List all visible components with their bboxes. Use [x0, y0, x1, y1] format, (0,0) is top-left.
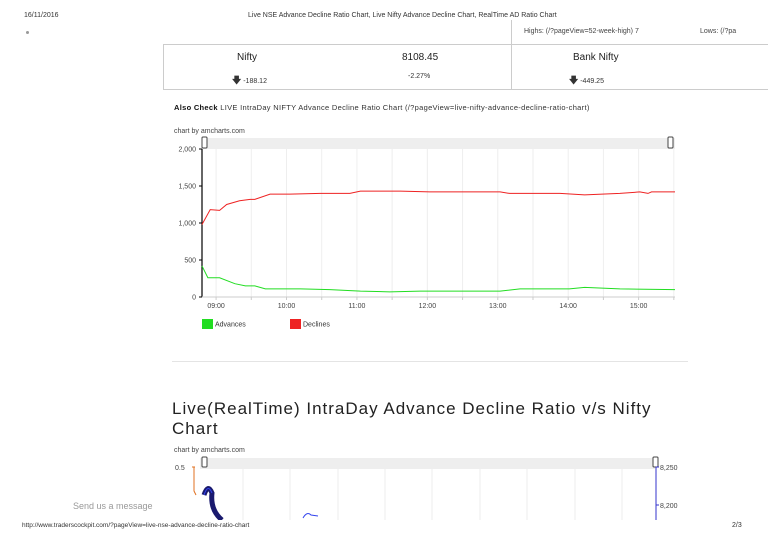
- chart-credit[interactable]: chart by amcharts.com: [174, 128, 245, 135]
- footer-url: http://www.traderscockpit.com/?pageView=…: [22, 522, 250, 529]
- scrollbar[interactable]: [200, 458, 655, 469]
- divider: [172, 361, 688, 362]
- also-check: Also Check LIVE IntraDay NIFTY Advance D…: [174, 103, 590, 112]
- nifty-line: [201, 486, 224, 520]
- scrollbar-handle-left[interactable]: [201, 136, 208, 149]
- right-axis-tick: 8,200: [660, 503, 678, 510]
- banknifty-change-value: -449.25: [580, 78, 604, 85]
- nifty-name: Nifty: [237, 52, 257, 63]
- series-advances: [201, 265, 676, 293]
- scrollbar-handle-right[interactable]: [667, 136, 674, 149]
- page-number: 2/3: [732, 522, 742, 529]
- series-declines: [201, 190, 675, 225]
- right-axis-tick: 8,250: [660, 465, 678, 472]
- y-tick-label: 2,000: [178, 147, 196, 154]
- nifty-line-segment: [302, 513, 319, 519]
- declines-line: [201, 190, 675, 225]
- footer: http://www.traderscockpit.com/?pageView=…: [0, 520, 768, 543]
- bullet-icon: [26, 31, 29, 34]
- banknifty-name: Bank Nifty: [573, 52, 619, 63]
- advance-decline-chart: 0 500 1,000 1,500 2,000 09:00 10:00 11:00 12:00 1…: [178, 136, 676, 329]
- left-axis-tick: 0.5: [175, 465, 185, 472]
- also-check-label: Also Check: [174, 103, 218, 112]
- ratio-line: [193, 467, 197, 496]
- scrollbar[interactable]: [202, 138, 675, 149]
- x-tick-label: 14:00: [559, 303, 577, 310]
- y-tick-label: 500: [184, 258, 196, 265]
- nifty-value: 8108.45: [402, 52, 439, 63]
- banknifty-change: 🡇 -449.25: [569, 73, 604, 89]
- nifty-card: Nifty 8108.45 🡇 -188.12 -2.27%: [163, 44, 512, 90]
- print-title: Live NSE Advance Decline Ratio Chart, Li…: [248, 12, 557, 19]
- legend-label[interactable]: Declines: [303, 322, 330, 329]
- x-tick-label: 15:00: [630, 303, 648, 310]
- ratio-chart-title: Live(RealTime) IntraDay Advance Decline …: [172, 399, 652, 438]
- highs-link[interactable]: Highs: (/?pageView=52-week-high) 7: [524, 28, 639, 35]
- scrollbar-handle-left[interactable]: [201, 456, 208, 468]
- legend-swatch[interactable]: [202, 319, 213, 329]
- nifty-change-value: -188.12: [243, 78, 267, 85]
- x-tick-label: 11:00: [348, 303, 365, 310]
- nifty-percent: -2.27%: [408, 73, 431, 80]
- advances-line: [201, 265, 676, 293]
- scrollbar-handle-right[interactable]: [652, 456, 659, 468]
- y-tick-label: 1,500: [178, 184, 196, 191]
- gridlines: [242, 469, 623, 520]
- x-tick-label: 10:00: [278, 303, 296, 310]
- banknifty-card: Bank Nifty 🡇 -449.25: [511, 44, 768, 90]
- lows-link[interactable]: Lows: (/?pa: [700, 28, 736, 35]
- arrow-down-icon: 🡇: [569, 75, 579, 85]
- legend-swatch[interactable]: [290, 319, 301, 329]
- nifty-change: 🡇 -188.12: [232, 73, 267, 89]
- chart-credit-2[interactable]: chart by amcharts.com: [174, 447, 245, 454]
- print-date: 16/11/2016: [24, 12, 59, 19]
- legend-label[interactable]: Advances: [215, 322, 246, 329]
- y-tick-label: 0: [192, 295, 196, 302]
- divider: [511, 20, 512, 44]
- arrow-down-icon: 🡇: [232, 75, 242, 85]
- chat-widget[interactable]: Send us a message: [45, 492, 165, 520]
- also-check-link[interactable]: LIVE IntraDay NIFTY Advance Decline Rati…: [220, 103, 589, 112]
- x-tick-label: 12:00: [419, 303, 437, 310]
- chat-input[interactable]: Send us a message: [73, 501, 153, 511]
- x-tick-label: 09:00: [207, 303, 225, 310]
- ratio-vs-nifty-chart: 0.5 8,250 8,200: [175, 456, 678, 520]
- x-tick-label: 13:00: [489, 303, 507, 310]
- y-tick-label: 1,000: [178, 221, 196, 228]
